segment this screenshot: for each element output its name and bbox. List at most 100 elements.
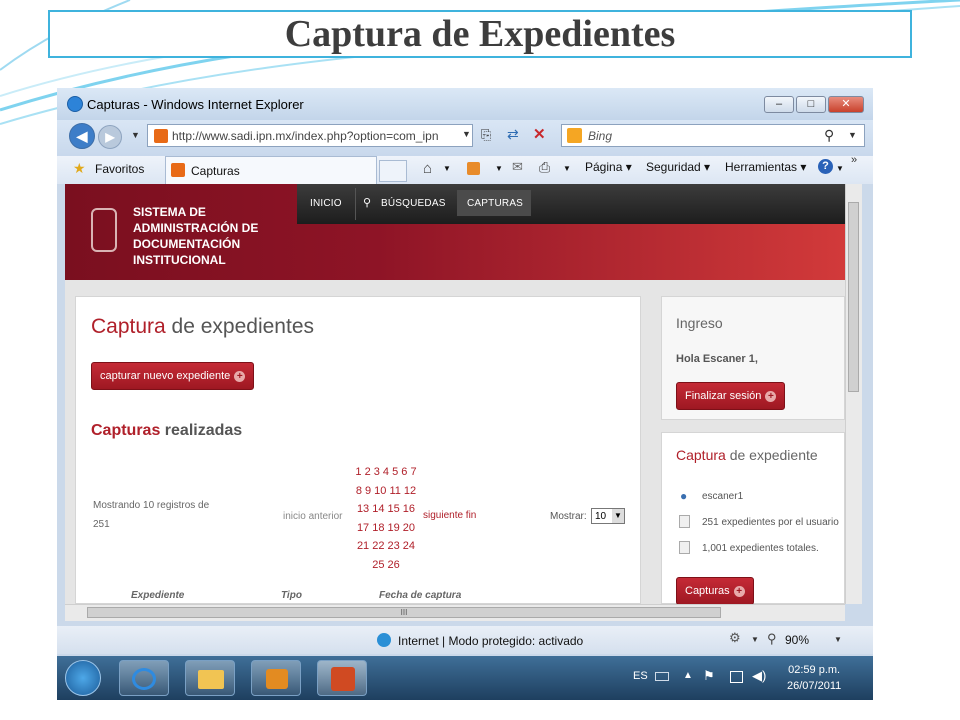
start-button[interactable]	[65, 660, 101, 696]
stats-title-rest: de expediente	[725, 447, 818, 463]
clock[interactable]: 02:59 p.m. 26/07/2011	[787, 662, 841, 694]
globe-icon	[377, 633, 391, 647]
show-hidden-icons[interactable]: ▲	[683, 670, 693, 681]
forward-button[interactable]: ▶	[98, 125, 122, 149]
address-dropdown-icon[interactable]: ▼	[462, 129, 471, 139]
column-header: Expediente	[131, 590, 185, 601]
pagination-row[interactable]: 8 9 10 11 12	[349, 482, 423, 501]
maximize-button[interactable]: □	[796, 96, 826, 113]
close-button[interactable]: ✕	[828, 96, 864, 113]
taskbar-explorer-button[interactable]	[185, 660, 235, 696]
tools-menu[interactable]: Herramientas ▾	[725, 160, 806, 174]
star-icon: ★	[73, 160, 86, 176]
stop-icon[interactable]: ✕	[533, 125, 546, 143]
home-icon[interactable]: ⌂	[423, 160, 432, 177]
zone-dropdown-icon[interactable]: ▼	[751, 635, 759, 644]
print-dropdown-icon[interactable]: ▼	[563, 164, 571, 173]
stats-title: Captura de expediente	[676, 447, 818, 463]
slide-title-box: Captura de Expedientes	[48, 10, 912, 58]
menu-capturas[interactable]: CAPTURAS	[467, 198, 523, 209]
pagination-row[interactable]: 1 2 3 4 5 6 7	[349, 463, 423, 482]
powerpoint-icon	[331, 667, 355, 691]
hscroll-thumb[interactable]: III	[87, 607, 721, 618]
main-panel: Captura de expedientes capturar nuevo ex…	[75, 296, 641, 604]
pagination-row[interactable]: 25 26	[349, 556, 423, 575]
folder-icon	[198, 670, 224, 689]
user-icon: ●	[680, 489, 688, 503]
history-dropdown-icon[interactable]: ▼	[131, 130, 140, 140]
favorites-button[interactable]: Favoritos	[95, 162, 144, 176]
pagination-row[interactable]: 21 22 23 24	[349, 537, 423, 556]
language-indicator[interactable]: ES	[633, 670, 648, 682]
taskbar-media-button[interactable]	[251, 660, 301, 696]
security-menu[interactable]: Seguridad ▾	[646, 160, 710, 174]
menu-inicio[interactable]: INICIO	[310, 198, 342, 209]
capturas-button[interactable]: Capturas +	[676, 577, 754, 604]
new-tab-button[interactable]	[379, 160, 407, 182]
pagination-row[interactable]: 17 18 19 20	[349, 519, 423, 538]
tab-capturas[interactable]: Capturas	[165, 156, 377, 184]
taskbar-ie-button[interactable]	[119, 660, 169, 696]
records-info: Mostrando 10 registros de 251	[93, 500, 209, 530]
address-bar[interactable]: http://www.sadi.ipn.mx/index.php?option=…	[147, 124, 473, 147]
mail-icon[interactable]: ✉	[512, 159, 523, 175]
protected-mode-icon[interactable]: ⚙	[729, 630, 741, 646]
flag-icon[interactable]: ⚑	[703, 668, 715, 684]
slide-title: Captura de Expedientes	[284, 13, 676, 55]
zoom-icon[interactable]: ⚲	[767, 631, 777, 647]
stats-user-count: 251 expedientes por el usuario	[702, 517, 839, 528]
web-page: SISTEMA DE ADMINISTRACIÓN DE DOCUMENTACI…	[65, 184, 845, 604]
page-menu-label: Página	[585, 160, 623, 174]
documents-icon	[679, 541, 690, 554]
search-icon[interactable]: ⚲	[824, 127, 834, 144]
pagination-row[interactable]: 13 14 15 16	[349, 500, 423, 519]
sub-heading: Capturas realizadas	[91, 422, 242, 440]
clock-date: 26/07/2011	[787, 680, 842, 692]
login-title: Ingreso	[676, 315, 723, 331]
menu-busquedas[interactable]: BÚSQUEDAS	[381, 198, 446, 209]
print-icon[interactable]: ⎙	[539, 159, 550, 176]
help-dropdown-icon[interactable]: ▼	[836, 164, 844, 173]
pagination: 1 2 3 4 5 6 7 8 9 10 11 12 13 14 15 16 1…	[349, 463, 423, 574]
zoom-level[interactable]: 90%	[785, 633, 809, 647]
show-select[interactable]: 10 ▼	[591, 508, 625, 524]
address-text: http://www.sadi.ipn.mx/index.php?option=…	[172, 129, 439, 143]
scroll-grip: III	[400, 608, 408, 617]
records-info-line1: Mostrando 10 registros de	[93, 500, 210, 511]
speaker-icon[interactable]: ◀)	[752, 668, 766, 684]
scroll-thumb[interactable]	[848, 202, 859, 392]
minimize-button[interactable]: –	[764, 96, 794, 113]
back-button[interactable]: ◀	[69, 123, 95, 149]
document-icon	[679, 515, 690, 528]
zoom-dropdown-icon[interactable]: ▼	[834, 635, 842, 644]
site-title-line: INSTITUCIONAL	[133, 253, 226, 267]
feeds-icon[interactable]	[467, 162, 480, 175]
search-dropdown-icon[interactable]: ▼	[848, 130, 857, 140]
new-record-button[interactable]: capturar nuevo expediente +	[91, 362, 255, 390]
keyboard-icon[interactable]	[655, 672, 669, 681]
search-box[interactable]: Bing ⚲ ▼	[561, 124, 865, 147]
taskbar-powerpoint-button[interactable]	[317, 660, 367, 696]
feeds-dropdown-icon[interactable]: ▼	[495, 164, 503, 173]
help-icon[interactable]: ?	[818, 159, 833, 174]
page-menu[interactable]: Página ▾	[585, 160, 632, 174]
column-header: Tipo	[281, 590, 302, 601]
next-links[interactable]: siguiente fin	[423, 510, 476, 521]
vertical-scrollbar[interactable]	[845, 184, 862, 604]
chevron-down-icon: ▼	[612, 509, 624, 523]
prev-links[interactable]: inicio anterior	[283, 511, 342, 522]
logout-button[interactable]: Finalizar sesión +	[676, 382, 786, 410]
menu-divider	[355, 188, 356, 220]
compatibility-icon[interactable]: ⎘	[481, 127, 491, 143]
stats-user: escaner1	[702, 491, 744, 502]
plus-icon: +	[765, 390, 777, 402]
security-zone: Internet | Modo protegido: activado	[398, 634, 584, 648]
column-header: Fecha de captura	[379, 590, 462, 601]
refresh-icon[interactable]: ⇄	[507, 126, 519, 143]
network-icon[interactable]	[730, 671, 743, 683]
search-placeholder: Bing	[588, 129, 613, 143]
home-dropdown-icon[interactable]: ▼	[443, 164, 451, 173]
horizontal-scrollbar[interactable]: III	[65, 604, 845, 621]
chevron-more-icon[interactable]: »	[851, 154, 857, 166]
ipn-logo	[91, 208, 117, 252]
